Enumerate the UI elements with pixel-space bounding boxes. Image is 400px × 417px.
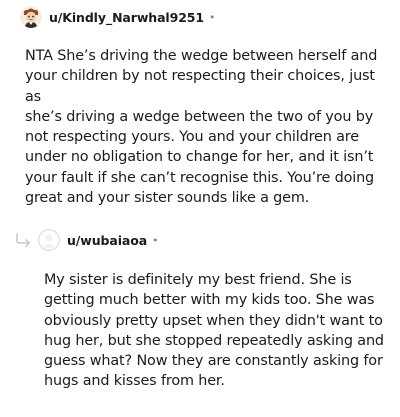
reply-text: My sister is definitely my best friend. … [44, 272, 384, 390]
reply-arrow-icon [16, 233, 31, 247]
comment-author[interactable]: u/Kindly_Narwhal9251 [49, 10, 204, 25]
user-avatar-icon[interactable] [20, 6, 42, 28]
comment-header: u/Kindly_Narwhal9251 • [20, 6, 215, 28]
reply-header: u/wubaiaoa • [38, 229, 159, 251]
meta-separator: • [152, 233, 159, 247]
reply-author[interactable]: u/wubaiaoa [67, 233, 147, 248]
default-avatar-icon[interactable] [38, 229, 60, 251]
meta-separator: • [208, 10, 216, 24]
comment-text: NTA She’s driving the wedge between hers… [25, 48, 378, 207]
